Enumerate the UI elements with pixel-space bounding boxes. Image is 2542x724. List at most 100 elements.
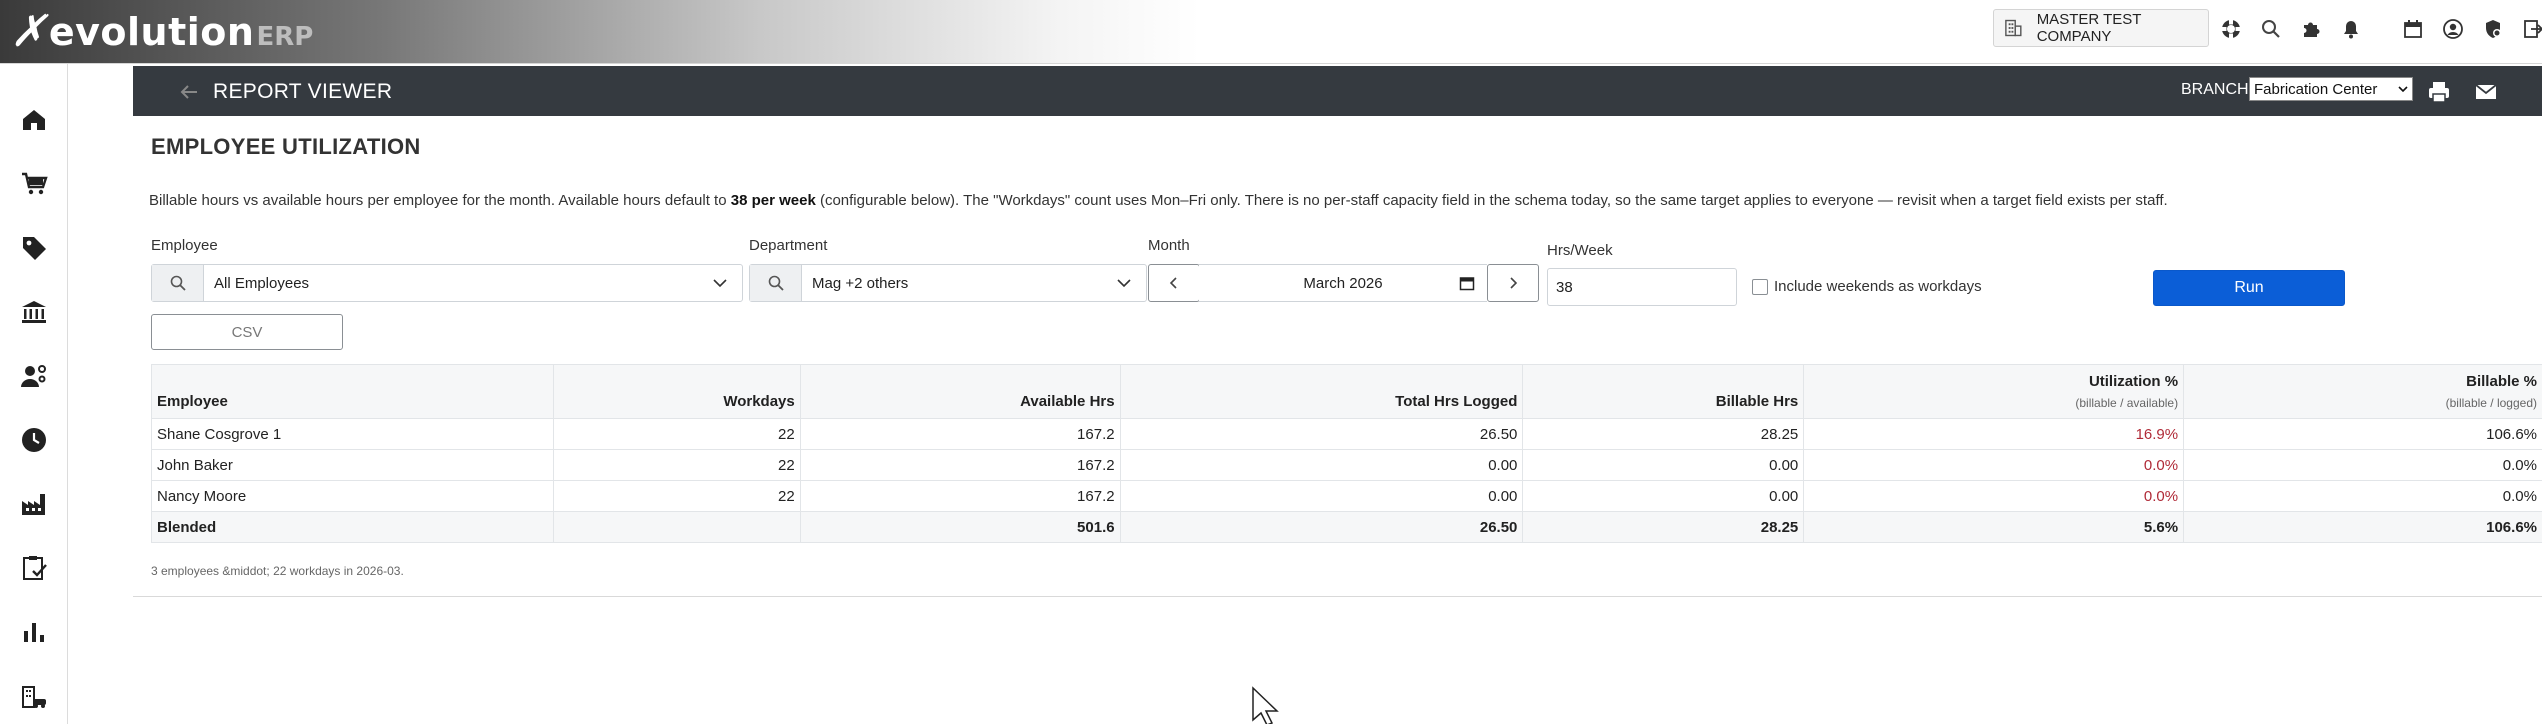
table-row: John Baker 22 167.2 0.00 0.00 0.0% 0.0% [151, 449, 2542, 481]
app-logo[interactable]: ✗ evolution ERP [10, 6, 314, 57]
column-header-billable-pct[interactable]: Billable % (billable / logged) [2183, 364, 2542, 419]
user-circle-icon[interactable] [2440, 16, 2466, 42]
next-month-button[interactable] [1487, 264, 1539, 302]
cart-icon [22, 172, 48, 195]
table-row: Shane Cosgrove 1 22 167.2 26.50 28.25 16… [151, 418, 2542, 450]
sidebar-item-manufacturing[interactable] [14, 484, 54, 524]
column-header-employee[interactable]: Employee [151, 364, 554, 419]
bell-icon[interactable] [2338, 16, 2364, 42]
sidebar-item-fleet[interactable] [14, 676, 54, 716]
left-sidebar [0, 64, 68, 724]
hrs-week-input[interactable]: 38 [1547, 268, 1737, 306]
column-header-workdays[interactable]: Workdays [552, 364, 801, 419]
company-name: MASTER TEST COMPANY [2036, 11, 2142, 45]
chevron-right-icon [1510, 277, 1518, 289]
report-content: EMPLOYEE UTILIZATION Billable hours vs a… [133, 116, 2542, 597]
branch-select-value: Fabrication Center [2254, 80, 2378, 98]
sidebar-item-home[interactable] [14, 100, 54, 140]
factory-icon [22, 494, 45, 515]
department-select-value: Mag +2 others [812, 274, 909, 292]
cell-total-hrs-logged: 0.00 [1119, 449, 1524, 481]
previous-month-button[interactable] [1148, 264, 1200, 302]
cell-utilization: 0.0% [1803, 449, 2185, 481]
top-header: ✗ evolution ERP MASTER TEST COMPANY [0, 0, 2542, 64]
total-available-hrs: 501.6 [799, 511, 1121, 543]
back-arrow-icon[interactable] [179, 82, 199, 102]
run-button[interactable]: Run [2153, 270, 2345, 306]
sidebar-item-tasks[interactable] [14, 548, 54, 588]
cell-utilization: 16.9% [1803, 418, 2185, 450]
cell-utilization: 0.0% [1803, 480, 2185, 512]
total-utilization: 5.6% [1803, 511, 2185, 543]
employee-select-value: All Employees [214, 274, 310, 292]
cell-billable-pct: 106.6% [2183, 418, 2542, 450]
month-filter-label: Month [1148, 237, 1190, 254]
puzzle-icon[interactable] [2298, 16, 2324, 42]
logout-icon[interactable] [2520, 16, 2542, 42]
sidebar-item-accounting[interactable] [14, 292, 54, 332]
search-icon[interactable] [2258, 16, 2284, 42]
cell-available-hrs: 167.2 [799, 449, 1121, 481]
company-selector[interactable]: MASTER TEST COMPANY [1993, 9, 2209, 47]
clock-icon [22, 428, 46, 452]
email-button[interactable] [2472, 78, 2500, 106]
logo-mark: ✗ [10, 6, 47, 57]
report-viewer-title: REPORT VIEWER [213, 80, 393, 103]
clipboard-check-icon [23, 556, 47, 580]
logo-suffix: ERP [256, 22, 314, 52]
cell-employee: Shane Cosgrove 1 [151, 418, 554, 450]
column-header-total-hrs-logged[interactable]: Total Hrs Logged [1119, 364, 1524, 419]
header-actions [2218, 16, 2542, 42]
sidebar-item-reports[interactable] [14, 612, 54, 652]
chevron-down-icon [1117, 279, 1131, 288]
cell-billable-hrs: 0.00 [1522, 449, 1805, 481]
department-search-addon[interactable] [750, 265, 802, 301]
cell-billable-pct: 0.0% [2183, 480, 2542, 512]
cell-total-hrs-logged: 0.00 [1119, 480, 1524, 512]
utilization-table: Employee Workdays Available Hrs Total Hr… [151, 364, 2542, 543]
month-input[interactable]: March 2026 [1199, 264, 1487, 302]
weekends-checkbox-row[interactable]: Include weekends as workdays [1752, 278, 1982, 295]
total-billable-pct: 106.6% [2183, 511, 2542, 543]
column-header-utilization[interactable]: Utilization % (billable / available) [1803, 364, 2185, 419]
branch-select[interactable]: Fabrication Center [2249, 77, 2413, 101]
content-divider [133, 596, 2542, 597]
help-lifebuoy-icon[interactable] [2218, 16, 2244, 42]
calendar-icon[interactable] [2400, 16, 2426, 42]
cell-employee: Nancy Moore [151, 480, 554, 512]
branch-label: BRANCH: [2181, 81, 2254, 98]
sidebar-item-sales[interactable] [14, 164, 54, 204]
column-header-available-hrs[interactable]: Available Hrs [799, 364, 1121, 419]
sidebar-item-hr[interactable] [14, 356, 54, 396]
month-value: March 2026 [1303, 274, 1383, 292]
description-text-2: (configurable below). The "Workdays" cou… [815, 192, 2168, 209]
sidebar-item-pricing[interactable] [14, 228, 54, 268]
print-button[interactable] [2425, 78, 2453, 106]
chevron-down-icon [713, 279, 727, 288]
cell-total-hrs-logged: 26.50 [1119, 418, 1524, 450]
calendar-icon[interactable] [1459, 275, 1475, 291]
weekends-checkbox[interactable] [1752, 278, 1768, 295]
chevron-down-icon [2398, 86, 2408, 93]
company-building-icon [2005, 19, 2022, 37]
cell-available-hrs: 167.2 [799, 418, 1121, 450]
user-settings-icon [21, 365, 46, 387]
employee-combobox[interactable]: All Employees [151, 264, 743, 302]
cell-workdays: 22 [552, 480, 801, 512]
security-shield-icon[interactable] [2480, 16, 2506, 42]
report-footer-note: 3 employees &middot; 22 workdays in 2026… [151, 564, 404, 578]
csv-export-button[interactable]: CSV [151, 314, 343, 350]
department-combobox[interactable]: Mag +2 others [749, 264, 1147, 302]
description-text-1: Billable hours vs available hours per em… [149, 192, 731, 209]
sidebar-item-time[interactable] [14, 420, 54, 460]
employee-filter-label: Employee [151, 237, 218, 254]
total-billable-hrs: 28.25 [1522, 511, 1805, 543]
tag-icon [23, 237, 46, 260]
cell-employee: John Baker [151, 449, 554, 481]
column-header-billable-hrs[interactable]: Billable Hrs [1522, 364, 1805, 419]
employee-search-addon[interactable] [152, 265, 204, 301]
cell-billable-pct: 0.0% [2183, 449, 2542, 481]
mouse-cursor-icon [1252, 686, 1279, 724]
hrs-week-value: 38 [1556, 278, 1573, 296]
print-icon [2429, 82, 2449, 103]
